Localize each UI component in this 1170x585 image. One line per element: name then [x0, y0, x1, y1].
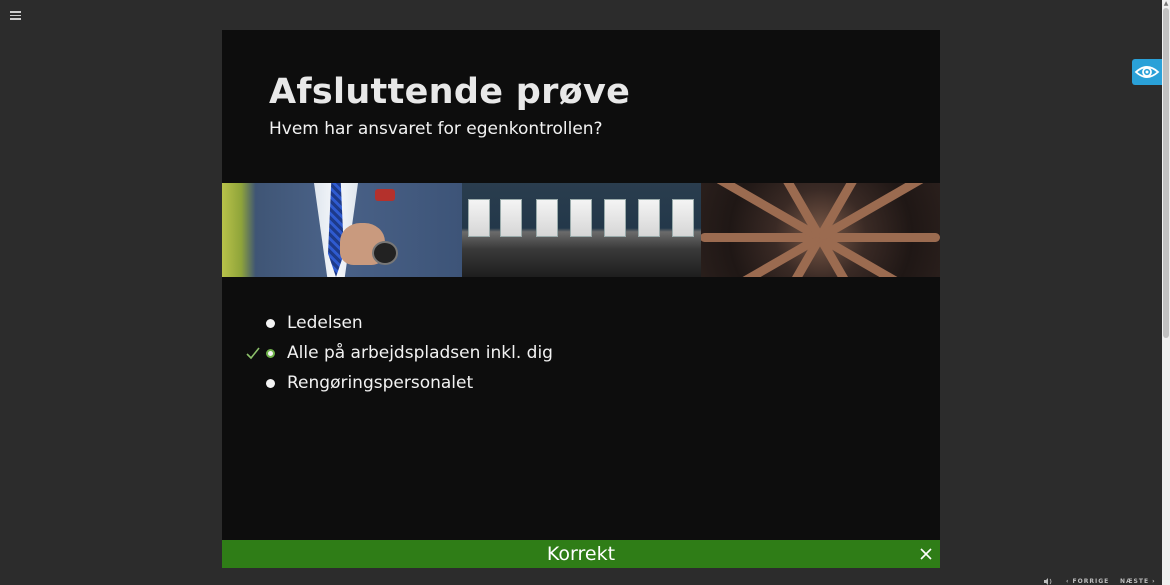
slide-title: Afsluttende prøve: [269, 72, 631, 112]
menu-button[interactable]: [10, 11, 21, 20]
answer-option-3[interactable]: Rengøringspersonalet: [262, 370, 473, 396]
scrollbar-thumb[interactable]: [1163, 8, 1169, 338]
slide-image-strip: [222, 183, 940, 277]
scroll-up-arrow-icon[interactable]: ▲: [1162, 0, 1170, 8]
radio-bullet[interactable]: [266, 318, 275, 328]
answer-label: Alle på arbejdspladsen inkl. dig: [287, 343, 553, 363]
businessman-image: [222, 183, 462, 277]
feedback-text: Korrekt: [546, 543, 616, 565]
answer-label: Rengøringspersonalet: [287, 373, 474, 393]
feedback-banner: Korrekt: [222, 540, 940, 568]
eye-icon: [1134, 66, 1160, 78]
previous-button[interactable]: ‹ FORRIGE: [1066, 578, 1109, 585]
page-scrollbar[interactable]: ▲: [1162, 0, 1170, 585]
radio-bullet-selected[interactable]: [266, 348, 275, 358]
next-button[interactable]: NÆSTE ›: [1120, 578, 1156, 585]
close-icon[interactable]: [918, 546, 934, 562]
answer-option-2[interactable]: Alle på arbejdspladsen inkl. dig: [246, 340, 553, 366]
answer-label: Ledelsen: [287, 313, 363, 333]
accessibility-eye-button[interactable]: [1132, 59, 1162, 85]
speaker-icon[interactable]: [1043, 578, 1053, 585]
hamburger-menu-icon: [10, 11, 21, 13]
question-text: Hvem har ansvaret for egenkontrollen?: [269, 119, 603, 139]
answer-option-1[interactable]: Ledelsen: [262, 310, 363, 336]
doors-image: [462, 183, 701, 277]
team-hands-image: [701, 183, 940, 277]
radio-bullet[interactable]: [266, 378, 275, 388]
checkmark-icon: [246, 347, 260, 360]
quiz-slide: Afsluttende prøve Hvem har ansvaret for …: [222, 30, 940, 568]
